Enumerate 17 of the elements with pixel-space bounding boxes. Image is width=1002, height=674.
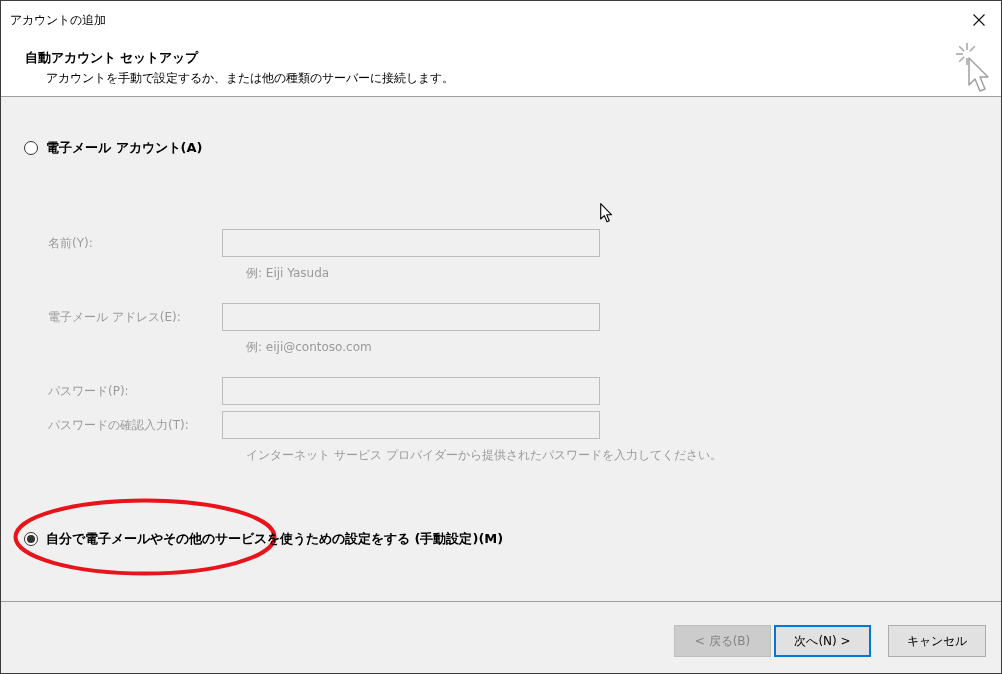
header-title: 自動アカウント セットアップ [25,50,200,66]
hint-text: インターネット サービス プロバイダーから提供されたパスワードを入力してください。 [246,447,722,463]
option-label: 電子メール アカウント(A) [46,139,203,157]
hint-text: 例: Eiji Yasuda [246,265,330,281]
close-icon [973,14,985,26]
radio-button[interactable] [24,532,38,546]
dialog-button[interactable]: キャンセル [888,625,986,657]
field-label: パスワードの確認入力(T): [47,416,190,434]
mouse-pointer-icon [600,203,613,223]
header-subtitle: アカウントを手動で設定するか、または他の種類のサーバーに接続します。 [46,70,454,86]
radio-button[interactable] [24,141,38,155]
dialog-button[interactable]: 次へ(N) > [774,625,871,657]
window-title: アカウントの追加 [10,12,106,28]
field-label: パスワード(P): [47,382,130,400]
field-label: 電子メール アドレス(E): [47,308,182,326]
hint-text: 例: eiji@contoso.com [246,339,372,355]
field-label: 名前(Y): [47,234,94,252]
